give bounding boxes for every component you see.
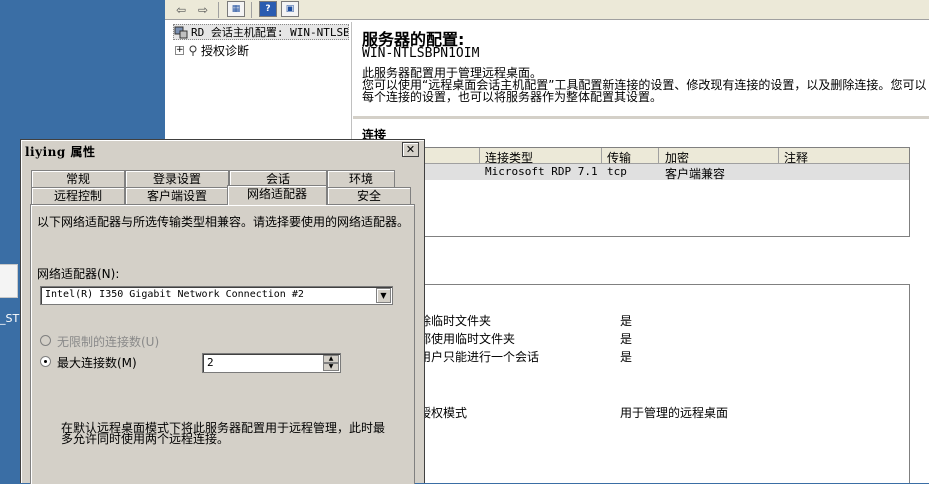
adapter-selected-value: Intel(R) I350 Gigabit Network Connection… <box>45 289 304 300</box>
edit-settings-panel: 删除临时文件夹 是 话都使用临时文件夹 是 个用户只能进行一个会话 是 面授权模… <box>357 284 910 483</box>
console-view-icon[interactable]: ▦ <box>227 1 245 17</box>
tree-root-label: RD 会话主机配置: WIN-NTLSB <box>191 26 349 39</box>
expand-icon[interactable]: + <box>175 46 184 55</box>
setting-name[interactable]: 个用户只能进行一个会话 <box>407 348 539 365</box>
network-adapter-panel: 以下网络适配器与所选传输类型相兼容。请选择要使用的网络适配器。 网络适配器(N)… <box>30 204 415 484</box>
forward-arrow-icon[interactable]: ⇨ <box>195 1 211 18</box>
table-header: 连接类型 传输 加密 注释 <box>358 148 909 165</box>
max-connections-value: 2 <box>207 356 214 369</box>
description-line: 每个连接的设置，也可以将服务器作为整体配置其设置。 <box>362 90 663 104</box>
setting-value: 是 <box>620 350 633 364</box>
cell-transport: tcp <box>607 165 627 178</box>
tree-item-licensing-diagnosis[interactable]: + 授权诊断 <box>175 42 249 59</box>
tab-general[interactable]: 常规 <box>31 170 125 187</box>
spin-down-icon[interactable]: ▼ <box>323 363 339 371</box>
desktop-icon-label: _ST <box>0 312 20 325</box>
max-connections-stepper[interactable]: 2 ▲ ▼ <box>202 353 341 373</box>
cell-encryption: 客户端兼容 <box>665 167 726 181</box>
connections-table: 连接类型 传输 加密 注释 Microsoft RDP 7.1 tcp 客户端兼… <box>357 147 910 237</box>
tree-item-rd-config[interactable]: RD 会话主机配置: WIN-NTLSB <box>173 24 349 40</box>
back-arrow-icon[interactable]: ⇦ <box>173 1 189 18</box>
network-adapter-select[interactable]: Intel(R) I350 Gigabit Network Connection… <box>40 286 393 305</box>
remote-admin-note: 在默认远程桌面模式下将此服务器配置用于远程管理，此时最多允许同时使用两个远程连接… <box>61 421 386 446</box>
max-connections-radio[interactable] <box>40 356 51 367</box>
help-icon[interactable]: ? <box>259 1 277 17</box>
unlimited-connections-radio[interactable] <box>40 335 51 346</box>
server-config-icon <box>174 26 188 38</box>
tab-client-settings[interactable]: 客户端设置 <box>125 187 229 204</box>
tab-network-adapter[interactable]: 网络适配器 <box>227 185 327 205</box>
tab-environment[interactable]: 环境 <box>327 170 395 187</box>
setting-value: 用于管理的远程桌面 <box>620 406 729 420</box>
tab-remote-control[interactable]: 远程控制 <box>31 187 125 204</box>
spin-up-icon[interactable]: ▲ <box>323 355 339 363</box>
table-row[interactable]: Microsoft RDP 7.1 tcp 客户端兼容 <box>358 164 909 181</box>
close-button[interactable]: ✕ <box>402 142 419 157</box>
tab-logon-settings[interactable]: 登录设置 <box>125 170 229 187</box>
divider <box>353 116 929 119</box>
radio-selected-dot <box>44 360 47 363</box>
setting-value: 是 <box>620 314 633 328</box>
licensing-icon <box>189 45 197 56</box>
dialog-title: liying 属性 <box>25 145 96 159</box>
max-connections-label: 最大连接数(M) <box>57 356 137 370</box>
properties-dialog: liying 属性 ✕ 常规 登录设置 会话 环境 远程控制 客户端设置 网络适… <box>20 139 425 484</box>
panel-description: 以下网络适配器与所选传输类型相兼容。请选择要使用的网络适配器。 <box>37 215 410 229</box>
tab-security[interactable]: 安全 <box>327 187 411 204</box>
adapter-label: 网络适配器(N): <box>37 267 120 281</box>
details-pane: 服务器的配置: WIN-NTLSBPN1OIM 此服务器配置用于管理远程桌面。 … <box>353 22 929 483</box>
unlimited-connections-label: 无限制的连接数(U) <box>57 335 160 349</box>
setting-value: 是 <box>620 332 633 346</box>
cell-connection-type: Microsoft RDP 7.1 <box>485 165 598 178</box>
server-name: WIN-NTLSBPN1OIM <box>362 46 480 61</box>
tree-child-label: 授权诊断 <box>201 44 250 58</box>
desktop-file-icon[interactable] <box>0 264 18 298</box>
dropdown-arrow-icon[interactable]: ▼ <box>376 288 391 303</box>
show-pane-icon[interactable]: ▣ <box>281 1 299 17</box>
toolbar: ⇦ ⇨ ▦ ? ▣ <box>165 0 929 20</box>
